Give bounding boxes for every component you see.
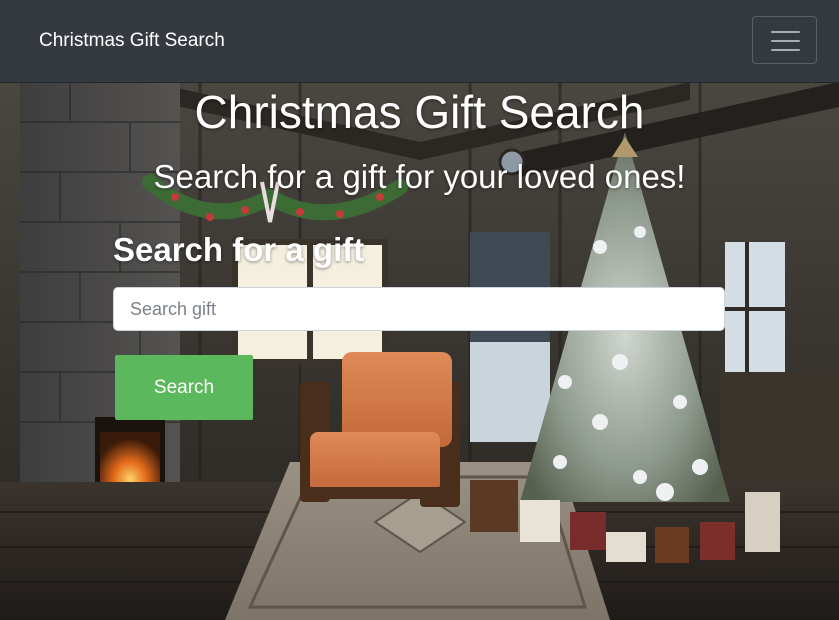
navbar-toggler-button[interactable] [752,16,817,64]
page: Christmas Gift Search Christmas Gift Sea… [0,0,839,620]
page-subtitle: Search for a gift for your loved ones! [153,158,686,195]
navbar: Christmas Gift Search [0,0,839,83]
page-title: Christmas Gift Search [194,86,645,138]
search-gift-input[interactable] [113,287,725,331]
search-button[interactable]: Search [115,355,253,420]
search-section-heading: Search for a gift [113,231,365,268]
navbar-brand[interactable]: Christmas Gift Search [39,29,225,53]
